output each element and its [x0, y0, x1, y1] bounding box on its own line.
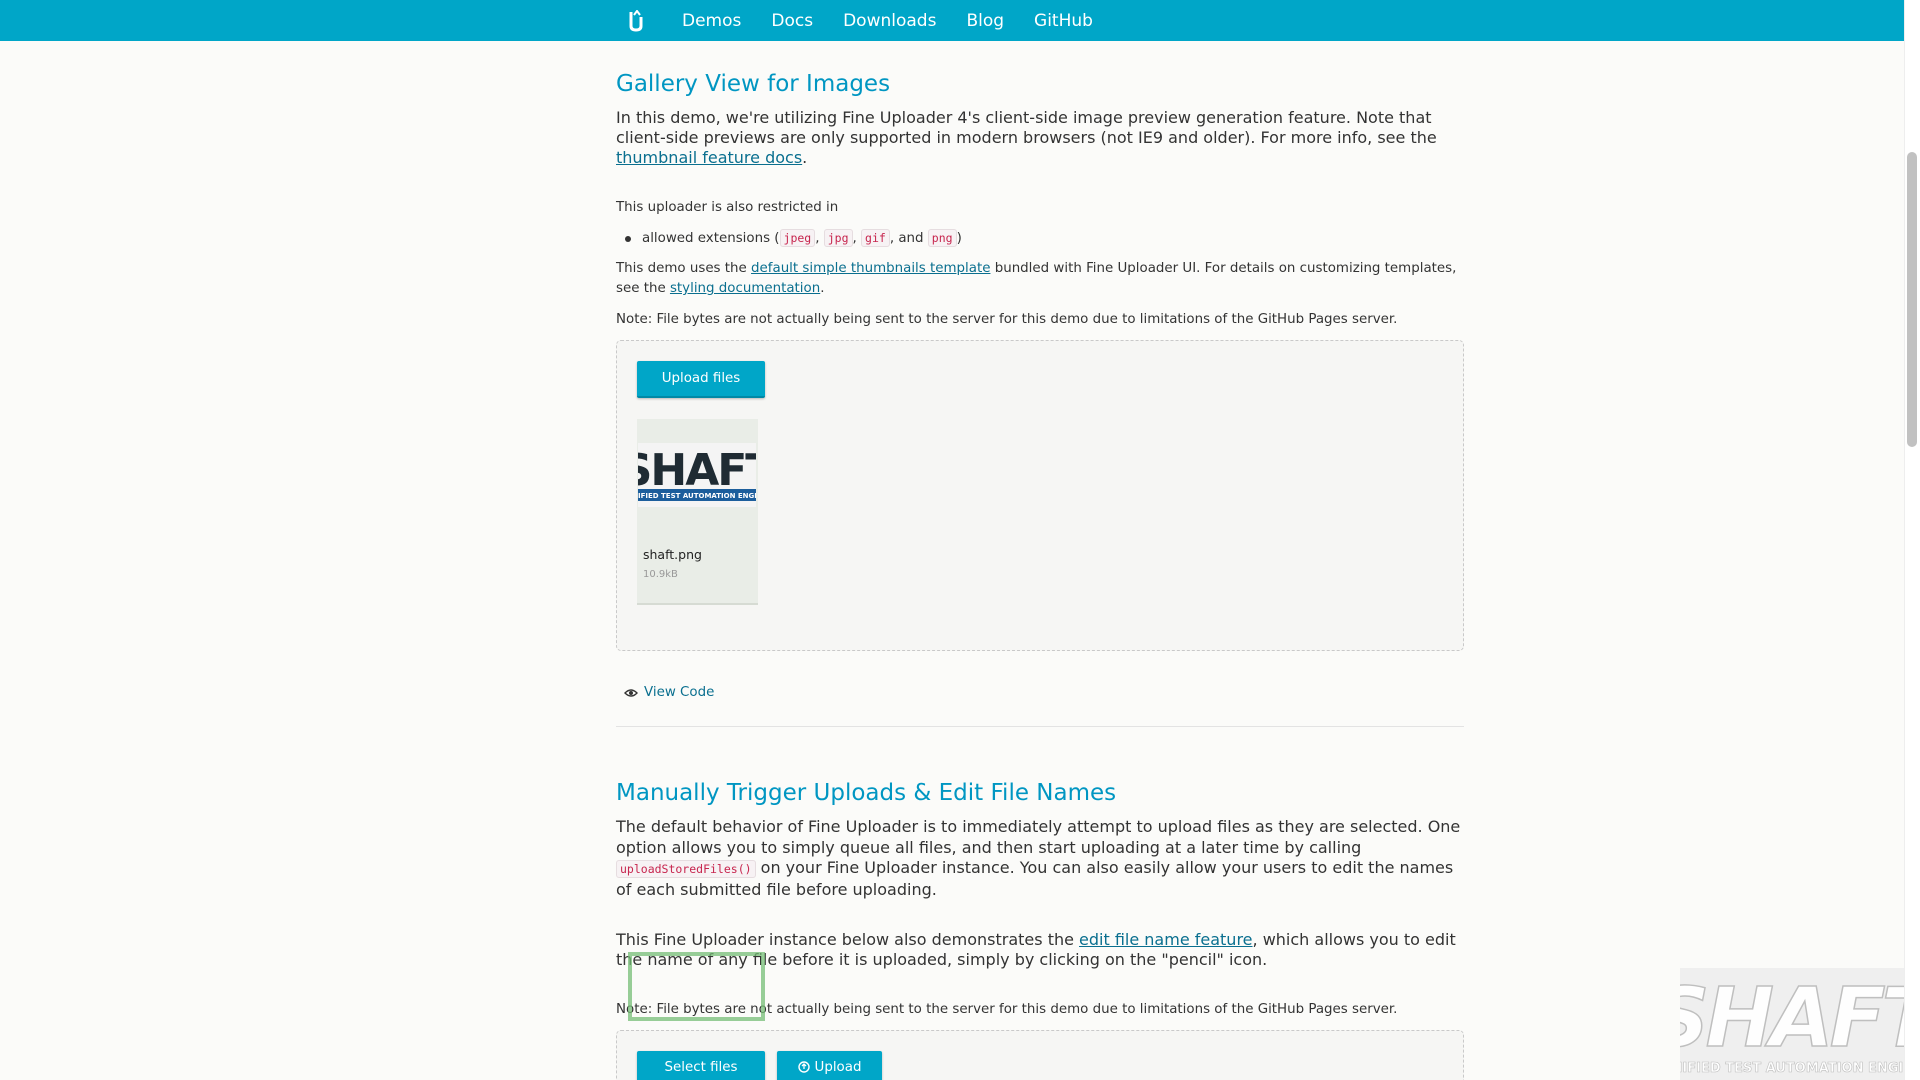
ext-sep: ,	[815, 231, 824, 246]
file-thumbnail-card[interactable]: SHAFT UNIFIED TEST AUTOMATION ENGINE sha…	[621, 419, 777, 605]
nav-link-demos[interactable]: Demos	[682, 11, 741, 31]
nav-menu: Demos Docs Downloads Blog GitHub	[628, 0, 1123, 41]
upload-button[interactable]: Upload	[777, 1051, 882, 1080]
thumbnail-feature-docs-link[interactable]: thumbnail feature docs	[616, 148, 802, 167]
select-files-button[interactable]: Select files	[637, 1051, 765, 1080]
watermark-text: SHAFT	[1680, 971, 1904, 1066]
template-text-end: .	[820, 281, 825, 296]
upload-button-label: Upload	[814, 1059, 862, 1075]
view-code-link[interactable]: View Code	[624, 685, 714, 700]
template-info: This demo uses the default simple thumbn…	[616, 259, 1464, 299]
gallery-intro-text: In this demo, we're utilizing Fine Uploa…	[616, 108, 1437, 147]
gallery-section-title: Gallery View for Images	[616, 71, 891, 97]
ext-code-gif: gif	[861, 229, 890, 247]
thumb-logo-text: SHAFT	[638, 445, 756, 496]
eye-icon	[624, 688, 638, 698]
manual-paragraph-1: The default behavior of Fine Uploader is…	[616, 817, 1464, 900]
ext-suffix: )	[956, 231, 962, 246]
nav-link-github[interactable]: GitHub	[1034, 11, 1093, 31]
thumb-logo-subtext: UNIFIED TEST AUTOMATION ENGINE	[638, 492, 756, 500]
upload-files-button[interactable]: Upload files	[637, 361, 765, 398]
restriction-text: This uploader is also restricted in	[616, 200, 839, 215]
gallery-uploader-dropzone[interactable]: Upload files SHAFT UNIFIED TEST AUTOMATI…	[616, 340, 1464, 651]
manual-uploader-dropzone[interactable]: Select files Upload	[616, 1030, 1464, 1080]
top-navbar: Demos Docs Downloads Blog GitHub	[0, 0, 1904, 41]
manual-p1-text: The default behavior of Fine Uploader is…	[616, 817, 1461, 857]
ext-code-jpeg: jpeg	[779, 229, 816, 247]
section-divider	[616, 726, 1464, 727]
ext-sep: ,	[852, 231, 862, 246]
edit-file-name-feature-link[interactable]: edit file name feature	[1079, 930, 1252, 949]
gallery-intro: In this demo, we're utilizing Fine Uploa…	[616, 108, 1464, 168]
gallery-note: Note: File bytes are not actually being …	[616, 312, 1398, 327]
nav-link-docs[interactable]: Docs	[771, 11, 813, 31]
gallery-intro-end: .	[802, 148, 808, 167]
ext-prefix: allowed extensions (	[642, 231, 780, 246]
default-template-link[interactable]: default simple thumbnails template	[751, 261, 990, 276]
nav-link-blog[interactable]: Blog	[966, 11, 1004, 31]
view-code-label: View Code	[644, 685, 715, 700]
file-name: shaft.png	[643, 547, 702, 562]
file-size: 10.9kB	[643, 569, 678, 580]
ext-and: , and	[889, 231, 928, 246]
manual-p2-text: This Fine Uploader instance below also d…	[616, 930, 1080, 949]
ext-code-jpg: jpg	[823, 229, 853, 247]
watermark-subtext: UNIFIED TEST AUTOMATION ENGINE	[1680, 1061, 1904, 1076]
fine-uploader-logo-icon[interactable]	[628, 0, 658, 41]
file-thumbnail-image: SHAFT UNIFIED TEST AUTOMATION ENGINE	[621, 443, 777, 507]
nav-link-downloads[interactable]: Downloads	[843, 11, 936, 31]
upload-circle-icon	[797, 1061, 810, 1073]
highlight-rectangle	[628, 952, 765, 1021]
bullet-icon	[625, 236, 631, 242]
allowed-extensions-item: allowed extensions (jpeg, jpg, gif, and …	[625, 228, 962, 249]
shaft-watermark-logo: SHAFT UNIFIED TEST AUTOMATION ENGINE	[1650, 968, 1920, 1080]
upload-stored-files-code: uploadStoredFiles()	[616, 860, 756, 878]
manual-section-title: Manually Trigger Uploads & Edit File Nam…	[616, 780, 1117, 806]
ext-code-png: png	[927, 229, 957, 247]
template-text: This demo uses the	[616, 261, 752, 276]
styling-documentation-link[interactable]: styling documentation	[670, 281, 820, 296]
vertical-scrollbar-thumb[interactable]	[1907, 152, 1917, 447]
